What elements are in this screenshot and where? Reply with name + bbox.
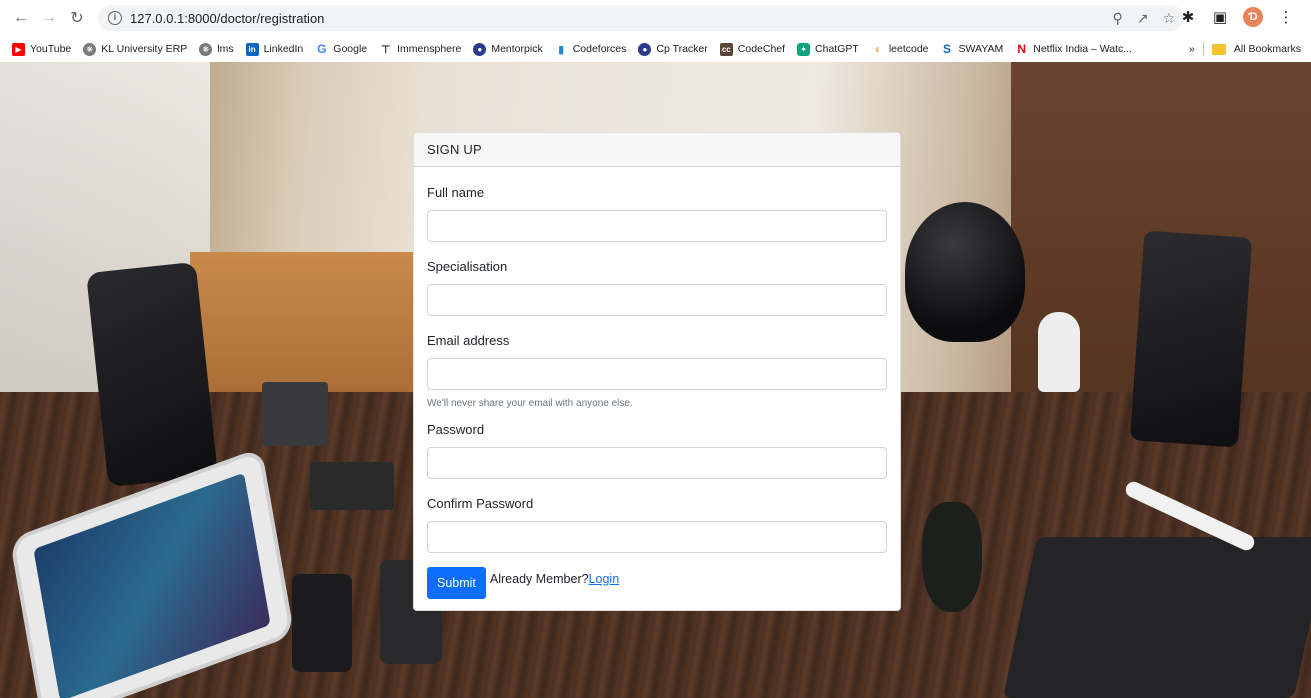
confirm-password-input[interactable] xyxy=(427,521,887,553)
usb-hub xyxy=(262,382,328,446)
already-member-text: Already Member? xyxy=(489,572,589,586)
card-header: SIGN UP xyxy=(414,133,900,167)
submit-button[interactable]: Submit xyxy=(427,567,486,599)
netflix-icon: N xyxy=(1017,42,1027,56)
phone-stand xyxy=(1038,312,1080,392)
email-help-text: We'll never share your email with anyone… xyxy=(427,398,633,409)
bookmarks-separator xyxy=(1202,42,1204,56)
password-key-icon[interactable]: ⚲ xyxy=(1112,10,1122,27)
folder-icon xyxy=(1211,43,1226,55)
drawing-tablet xyxy=(1002,537,1311,698)
bookmark-linkedin[interactable]: in LinkedIn xyxy=(245,42,303,56)
bookmark-youtube[interactable]: ▶ YouTube xyxy=(12,42,71,56)
confirm-password-label: Confirm Password xyxy=(427,496,534,511)
signup-card: SIGN UP Full name Specialisation Email a… xyxy=(413,132,901,611)
specialisation-input[interactable] xyxy=(427,284,887,316)
bookmark-leetcode[interactable]: ‹ leetcode xyxy=(871,42,928,56)
share-icon[interactable]: ↗ xyxy=(1137,10,1149,27)
reload-icon[interactable]: ↻ xyxy=(66,7,88,29)
menu-kebab-icon[interactable]: ⋮ xyxy=(1277,8,1295,26)
login-link[interactable]: Login xyxy=(589,572,620,586)
phone-blackberry xyxy=(292,574,352,672)
computer-mouse xyxy=(922,502,982,612)
specialisation-label: Specialisation xyxy=(427,259,508,274)
bookmark-swayam[interactable]: S SWAYAM xyxy=(941,42,1003,56)
leetcode-icon: ‹ xyxy=(875,42,880,56)
mentorpick-icon: ● xyxy=(473,42,487,56)
kl-university-icon: ❋ xyxy=(83,42,97,56)
bookmark-codechef[interactable]: cc CodeChef xyxy=(719,42,785,56)
youtube-icon: ▶ xyxy=(12,42,25,56)
desk-lamp xyxy=(905,202,1025,342)
full-name-input[interactable] xyxy=(427,210,887,242)
url-text: 127.0.0.1:8000/doctor/registration xyxy=(130,10,325,26)
email-input[interactable] xyxy=(427,358,887,390)
bookmark-chatgpt[interactable]: ✦ ChatGPT xyxy=(797,42,859,56)
site-info-icon[interactable]: i xyxy=(108,11,122,25)
profile-avatar-icon[interactable]: Ɗ xyxy=(1243,7,1263,27)
forward-arrow-icon[interactable]: → xyxy=(38,7,60,29)
bookmarks-overflow-button[interactable]: » xyxy=(1189,43,1195,55)
form-actions: Submit Already Member?Login xyxy=(427,567,887,599)
google-icon: G xyxy=(317,42,327,56)
extensions-puzzle-icon[interactable]: ✱ xyxy=(1179,8,1197,26)
browser-toolbar: ← → ↻ i 127.0.0.1:8000/doctor/registrati… xyxy=(0,0,1311,36)
bookmark-star-icon[interactable]: ☆ xyxy=(1162,10,1175,27)
cp-tracker-icon: ● xyxy=(638,42,652,56)
bookmark-kl-erp[interactable]: ❋ KL University ERP xyxy=(83,42,187,56)
lms-icon: ❋ xyxy=(199,42,213,56)
side-panel-icon[interactable]: ▣ xyxy=(1211,8,1229,26)
full-name-label: Full name xyxy=(427,185,485,200)
already-member-prompt: Already Member?Login xyxy=(490,572,619,586)
codeforces-icon: ▮ xyxy=(558,43,565,56)
email-label: Email address xyxy=(427,333,510,348)
codechef-icon: cc xyxy=(719,42,733,56)
swayam-icon: S xyxy=(943,42,952,56)
bookmark-lms[interactable]: ❋ lms xyxy=(199,42,234,56)
back-arrow-icon[interactable]: ← xyxy=(10,7,32,29)
bookmark-cp-tracker[interactable]: ● Cp Tracker xyxy=(638,42,708,56)
password-input[interactable] xyxy=(427,447,887,479)
password-label: Password xyxy=(427,422,485,437)
immensphere-icon: ⊤ xyxy=(380,43,391,56)
linkedin-icon: in xyxy=(245,42,259,56)
speaker-left xyxy=(86,261,218,488)
speaker-right xyxy=(1129,230,1253,448)
bookmark-netflix[interactable]: N Netflix India – Watc... xyxy=(1015,42,1132,56)
signup-form: Full name Specialisation Email address W… xyxy=(414,185,900,599)
chatgpt-icon: ✦ xyxy=(797,42,811,56)
address-bar[interactable]: i 127.0.0.1:8000/doctor/registration ⚲ ↗… xyxy=(98,5,1183,31)
bookmark-mentorpick[interactable]: ● Mentorpick xyxy=(473,42,543,56)
bookmarks-bar: ▶ YouTube ❋ KL University ERP ❋ lms in Linke… xyxy=(0,36,1311,62)
audio-dac xyxy=(310,462,394,510)
bookmark-codeforces[interactable]: ▮ Codeforces xyxy=(555,43,626,56)
all-bookmarks-button[interactable]: All Bookmarks xyxy=(1234,43,1301,55)
bookmark-immensphere[interactable]: ⊤ Immensphere xyxy=(379,43,462,56)
bookmark-google[interactable]: G Google xyxy=(315,42,367,56)
